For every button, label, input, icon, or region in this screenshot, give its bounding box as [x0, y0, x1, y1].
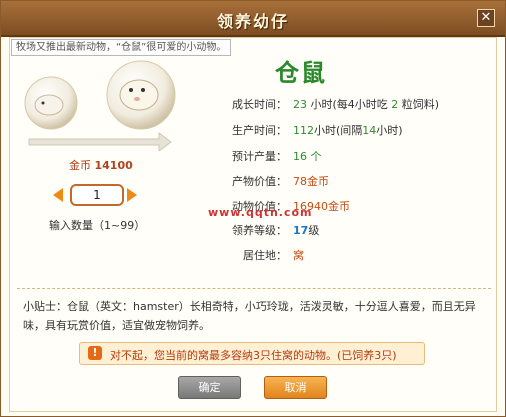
home-value: 窝 — [293, 249, 304, 262]
produce-unit: 小时 — [314, 124, 336, 137]
yield-value: 16 个 — [293, 148, 322, 164]
divider — [17, 288, 491, 289]
confirm-button[interactable]: 确定 — [178, 376, 241, 399]
yield-unit: 个 — [310, 150, 322, 163]
yield-number: 16 — [293, 150, 307, 163]
produce-hours: 112 — [293, 124, 314, 137]
quantity-hint: 输入数量（1~99） — [49, 219, 146, 232]
animal-name: 仓鼠 — [275, 59, 327, 87]
produce-interval: 14 — [362, 124, 377, 137]
decrease-arrow-icon[interactable] — [53, 188, 63, 202]
growth-detail-post: 粒饲料) — [401, 98, 440, 111]
price-label: 金币 — [69, 159, 91, 172]
growth-unit: 小时 — [310, 98, 333, 111]
warning-icon: ! — [88, 346, 102, 360]
produce-value: 112小时(间隔14小时) — [293, 122, 403, 138]
product-value: 78金币 — [293, 175, 329, 188]
growth-value: 23 小时(每4小时吃 2 粒饲料) — [293, 96, 439, 112]
alert-banner: ! 对不起，您当前的窝最多容纳3只住窝的动物。(已饲养3只) — [79, 342, 425, 365]
home-label: 居住地： — [243, 249, 287, 262]
product-value-label: 产物价值： — [232, 175, 287, 188]
tip-text: 小贴士：仓鼠（英文：hamster）长相奇特，小巧玲珑，活泼灵敏，十分逗人喜爱，… — [23, 300, 476, 332]
price: 金币 14100 — [69, 157, 133, 173]
produce-label: 生产时间： — [232, 124, 287, 137]
produce-interval-pre: (间隔 — [336, 124, 363, 137]
growth-detail-pre: (每4小时吃 — [332, 98, 388, 111]
large-hamster — [119, 79, 159, 111]
yield-label: 预计产量： — [232, 150, 287, 163]
small-hamster — [34, 94, 64, 116]
arrow — [28, 132, 172, 151]
alert-text: 对不起，您当前的窝最多容纳3只住窝的动物。(已饲养3只) — [110, 349, 397, 362]
tooltip: 牧场又推出最新动物，“仓鼠”很可爱的小动物。 — [11, 39, 232, 56]
close-button[interactable]: ✕ — [477, 9, 495, 27]
growth-feed: 2 — [391, 98, 399, 111]
level-label: 领养等级： — [232, 224, 287, 237]
adopt-dialog: 领养幼仔 ✕ 牧场又推出最新动物，“仓鼠”很可爱的小动物。 金币 14100 1… — [0, 0, 506, 417]
watermark: www.qqtn.com — [208, 206, 313, 219]
quantity-input[interactable]: 1 — [70, 184, 124, 206]
level-unit: 级 — [308, 224, 320, 237]
dialog-title: 领养幼仔 — [216, 12, 289, 31]
growth-label: 成长时间： — [232, 98, 287, 111]
level-value: 17 — [293, 224, 309, 237]
increase-arrow-icon[interactable] — [127, 188, 137, 202]
cancel-button[interactable]: 取消 — [264, 376, 327, 399]
growth-hours: 23 — [293, 98, 307, 111]
produce-interval-post: 小时) — [376, 124, 403, 137]
price-value: 14100 — [94, 159, 133, 172]
dialog-titlebar: 领养幼仔 ✕ — [1, 1, 505, 37]
hamster-illustration — [24, 60, 176, 151]
